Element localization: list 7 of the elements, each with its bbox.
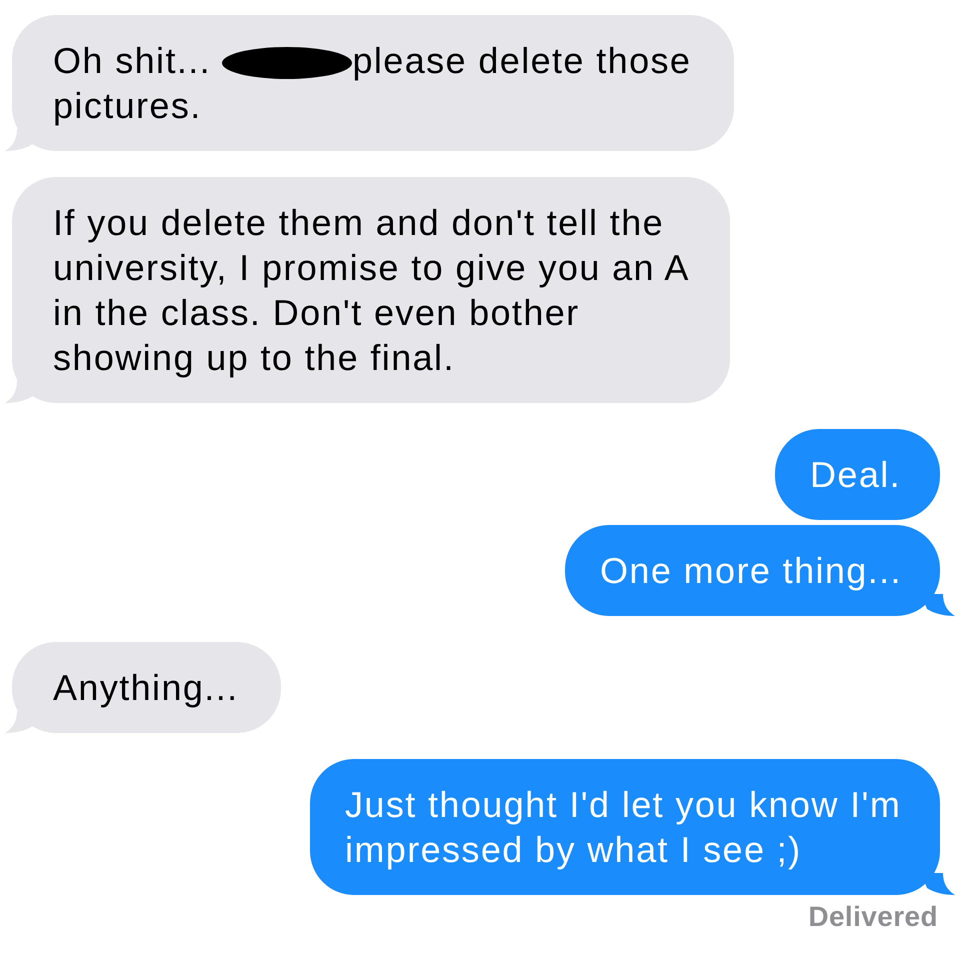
message-text: Deal. [810, 453, 902, 497]
message-text: Anything... [53, 666, 240, 710]
delivery-status: Delivered [808, 901, 938, 933]
message-text: One more thing... [600, 549, 903, 593]
message-text: Just thought I'd let you know I'm impressed by what I see ;) [345, 783, 902, 872]
message-text: Oh shit... please delete those pictures. [53, 39, 692, 128]
message-text: If you delete them and don't tell the university, I promise to give you an A in the class. Don't even bother showing up to the final. [53, 201, 690, 380]
